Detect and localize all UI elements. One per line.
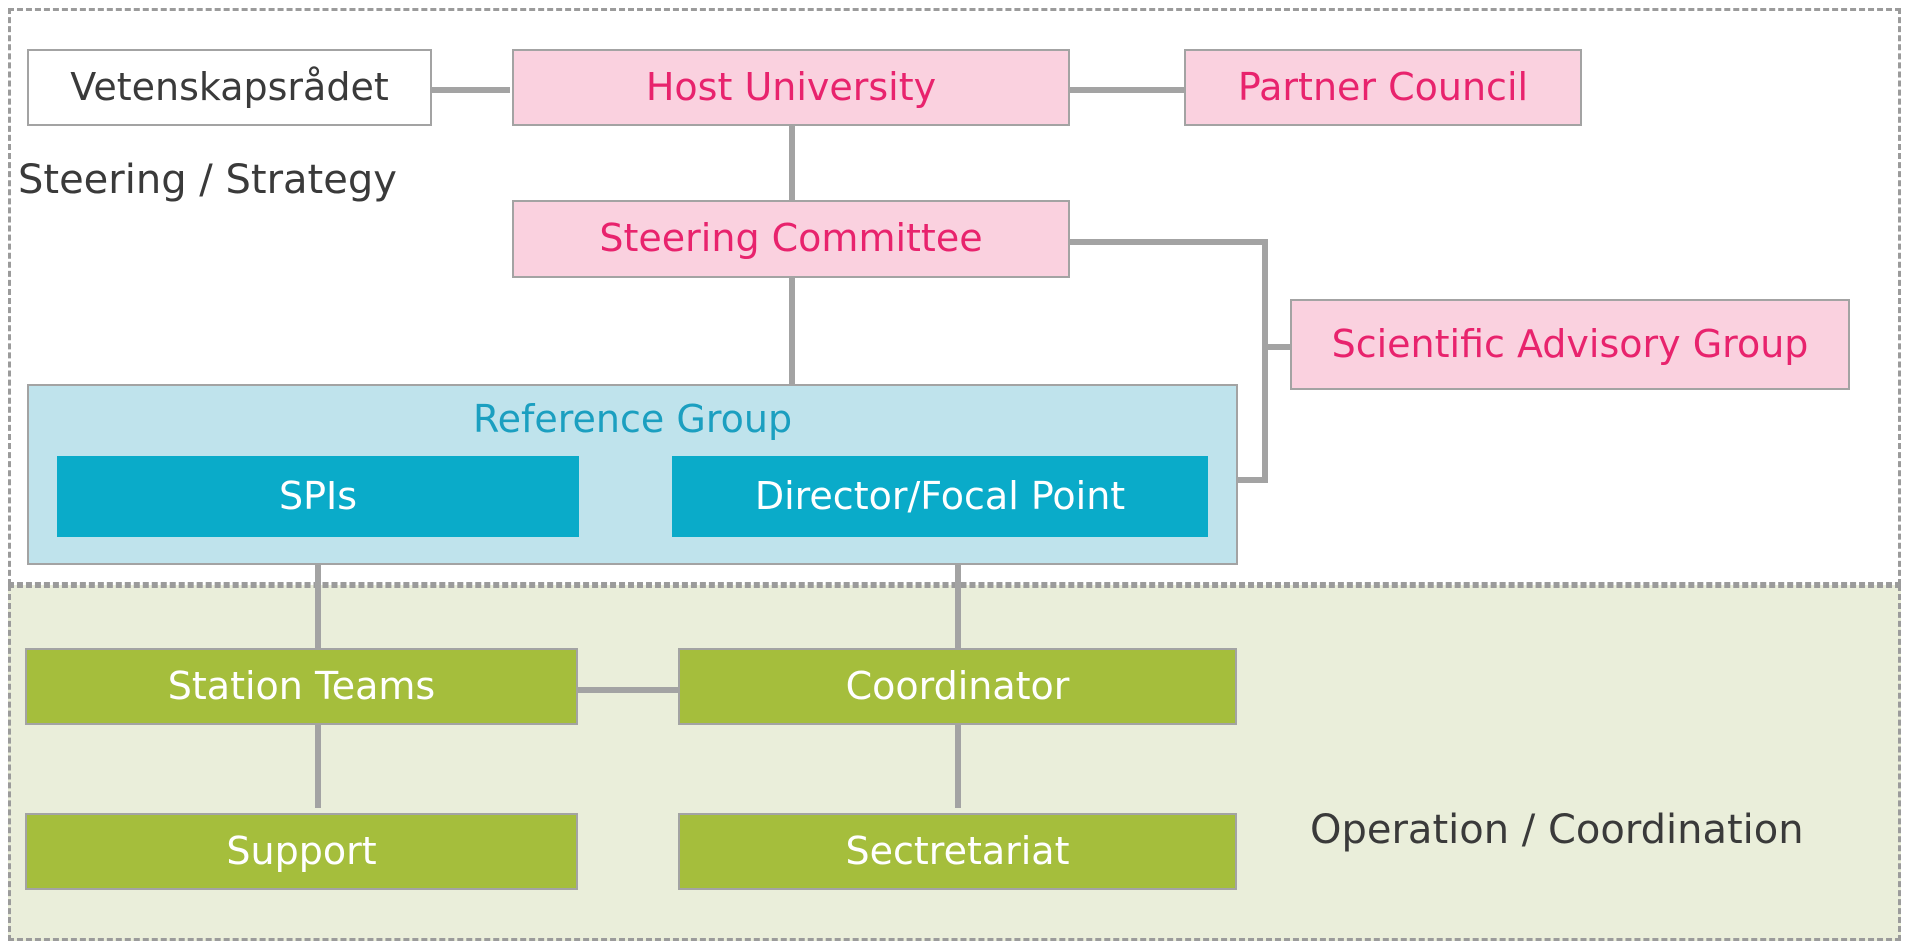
node-spis[interactable]: SPIs	[57, 456, 579, 537]
node-coordinator-label: Coordinator	[845, 663, 1070, 708]
connector-steering-committee-elbow-top	[1068, 239, 1268, 245]
node-scientific-advisory-group[interactable]: Scientific Advisory Group	[1290, 299, 1850, 390]
zone-operation-coordination-caption: Operation / Coordination	[1310, 807, 1804, 853]
node-station-teams[interactable]: Station Teams	[25, 648, 578, 725]
node-spis-label: SPIs	[278, 473, 358, 518]
connector-steering-committee-elbow-vertical	[1262, 239, 1268, 483]
node-partner-council-label: Partner Council	[1237, 64, 1529, 109]
org-chart-canvas: Reference Group Vetenskapsrådet Host Uni…	[0, 0, 1909, 949]
node-coordinator[interactable]: Coordinator	[678, 648, 1237, 725]
connector-station-teams-support	[315, 724, 321, 808]
zone-steering-strategy-caption: Steering / Strategy	[18, 157, 397, 203]
node-reference-group-label: Reference Group	[472, 397, 793, 441]
connector-station-teams-coordinator	[578, 687, 678, 693]
connector-coordinator-sectretariat	[955, 724, 961, 808]
node-steering-committee-label: Steering Committee	[599, 216, 983, 261]
node-vetenskapsradet-label: Vetenskapsrådet	[70, 64, 389, 109]
node-steering-committee[interactable]: Steering Committee	[512, 200, 1070, 278]
node-director-focal-point[interactable]: Director/Focal Point	[672, 456, 1208, 537]
connector-host-university-partner-council	[1068, 87, 1186, 93]
node-director-focal-point-label: Director/Focal Point	[754, 473, 1126, 518]
node-vetenskapsradet[interactable]: Vetenskapsrådet	[27, 49, 432, 126]
node-sectretariat-label: Sectretariat	[845, 828, 1070, 873]
connector-host-university-steering-committee	[789, 124, 795, 202]
node-partner-council[interactable]: Partner Council	[1184, 49, 1582, 126]
node-host-university-label: Host University	[645, 64, 937, 109]
node-host-university[interactable]: Host University	[512, 49, 1070, 126]
node-scientific-advisory-group-label: Scientific Advisory Group	[1331, 321, 1809, 366]
node-support[interactable]: Support	[25, 813, 578, 890]
node-support-label: Support	[226, 828, 377, 873]
node-station-teams-label: Station Teams	[167, 663, 436, 708]
connector-vetenskapsradet-host-university	[430, 87, 510, 93]
node-sectretariat[interactable]: Sectretariat	[678, 813, 1237, 890]
connector-steering-committee-reference-group	[789, 276, 795, 388]
